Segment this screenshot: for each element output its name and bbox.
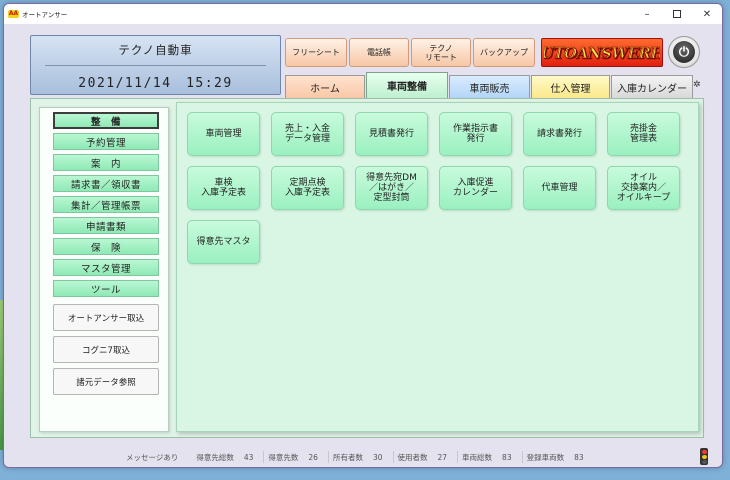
sidebar-item-master[interactable]: マスタ管理: [53, 259, 159, 276]
stat-users: 使用者数 27: [392, 451, 448, 463]
menu-panel: 車両管理 売上・入金 データ管理 見積書発行 作業指示書 発行 請求書発行 売掛…: [176, 102, 699, 432]
status-bar: メッセージあり 得意先総数 43 得意先数 26 所有者数 30 使用者数 27 車両総…: [30, 448, 720, 466]
tile-oil-change-guide[interactable]: オイル 交換案内／ オイルキープ: [607, 166, 680, 210]
window-title: オートアンサー: [22, 11, 68, 19]
sidebar-item-reservation[interactable]: 予約管理: [53, 133, 159, 150]
tab-vehicle-sales[interactable]: 車両販売: [449, 75, 530, 98]
stat-label: 得意先総数: [196, 452, 234, 462]
tile-entry-promotion-calendar[interactable]: 入庫促進 カレンダー: [439, 166, 512, 210]
tile-customer-dm[interactable]: 得意先宛DM ／はがき／ 定型封筒: [355, 166, 428, 210]
free-sheet-button[interactable]: フリーシート: [285, 38, 347, 67]
techno-remote-button[interactable]: テクノ リモート: [411, 38, 471, 67]
stat-separator: [521, 451, 523, 463]
app-icon: AA: [8, 10, 19, 18]
current-datetime: 2021/11/14 15:29: [78, 76, 233, 91]
sidebar-item-maintenance[interactable]: 整 備: [53, 112, 159, 129]
stat-separator: [392, 451, 394, 463]
stat-total-customers: 得意先総数 43: [196, 452, 253, 463]
stat-separator: [263, 451, 265, 463]
minimize-button[interactable]: –: [632, 4, 662, 24]
sidebar-item-tools[interactable]: ツール: [53, 280, 159, 297]
maximize-button[interactable]: [662, 4, 692, 24]
tab-vehicle-maintenance[interactable]: 車両整備: [366, 72, 448, 98]
close-icon: ✕: [702, 8, 712, 20]
stat-label: 車両総数: [462, 452, 493, 462]
signal-light-icon: [700, 448, 708, 465]
info-panel: テクノ自動車 2021/11/14 15:29: [30, 35, 281, 95]
stat-separator: [457, 451, 459, 463]
tile-work-order-issue[interactable]: 作業指示書 発行: [439, 112, 512, 156]
power-icon: ⏻: [673, 41, 695, 63]
stat-total-vehicles: 車両総数 83: [457, 451, 512, 463]
spec-data-button[interactable]: 諸元データ参照: [53, 368, 159, 395]
sidebar-item-reports[interactable]: 集計／管理帳票: [53, 196, 159, 213]
svg-text:AUTOANSWERHT: AUTOANSWERHT: [544, 44, 660, 62]
phone-book-button[interactable]: 電話帳: [349, 38, 409, 67]
stat-value: 27: [437, 452, 448, 462]
stat-owners: 所有者数 30: [327, 451, 383, 463]
tab-entry-calendar[interactable]: 入庫カレンダー: [611, 75, 693, 98]
signal-yellow-light: [701, 454, 707, 459]
backup-button[interactable]: バックアップ: [473, 38, 535, 67]
tile-loaner-car-management[interactable]: 代車管理: [523, 166, 596, 210]
app-window: AA オートアンサー – ✕ テクノ自動車 2021/11/14 15:29 フ…: [3, 3, 723, 468]
signal-red-light: [701, 449, 707, 454]
sidebar-item-insurance[interactable]: 保 険: [53, 238, 159, 255]
sidebar: 整 備 予約管理 案 内 請求書／領収書 集計／管理帳票 申請書類 保 険 マス…: [39, 107, 169, 432]
stat-value: 30: [372, 452, 383, 462]
stat-value: 43: [243, 452, 254, 462]
close-button[interactable]: ✕: [692, 4, 722, 24]
stat-registered-vehicles: 登録車両数 83: [521, 451, 584, 463]
tile-sales-payment-data[interactable]: 売上・入金 データ管理: [271, 112, 344, 156]
stat-label: 使用者数: [397, 452, 428, 462]
tile-vehicle-management[interactable]: 車両管理: [187, 112, 260, 156]
autoanswer-logo: AUTOANSWERHT: [541, 38, 663, 67]
tile-receivables-table[interactable]: 売掛金 管理表: [607, 112, 680, 156]
stat-separator: [327, 451, 329, 463]
autoanswer-logo-image: AUTOANSWERHT: [544, 43, 660, 62]
minimize-icon: –: [644, 8, 650, 20]
stat-value: 83: [502, 452, 512, 462]
tile-inspection-schedule[interactable]: 車検 入庫予定表: [187, 166, 260, 210]
tab-purchase-management[interactable]: 仕入管理: [531, 75, 610, 98]
maximize-icon: [673, 10, 681, 18]
autoanswer-import-button[interactable]: オートアンサー取込: [53, 304, 159, 331]
stat-label: 登録車両数: [526, 452, 565, 462]
signal-green-light: [701, 459, 707, 464]
main-area: 整 備 予約管理 案 内 請求書／領収書 集計／管理帳票 申請書類 保 険 マス…: [30, 98, 704, 438]
company-name: テクノ自動車: [118, 43, 193, 57]
stat-label: 得意先数: [268, 452, 299, 462]
message-indicator[interactable]: メッセージあり: [126, 452, 178, 463]
stat-value: 26: [308, 452, 318, 462]
tile-customer-master[interactable]: 得意先マスタ: [187, 220, 260, 264]
window-controls: – ✕: [632, 4, 722, 24]
tile-estimate-issue[interactable]: 見積書発行: [355, 112, 428, 156]
power-button[interactable]: ⏻: [668, 36, 700, 68]
stat-customers: 得意先数 26: [263, 451, 318, 463]
cogni7-import-button[interactable]: コグニ7取込: [53, 336, 159, 363]
sidebar-item-invoice-receipt[interactable]: 請求書／領収書: [53, 175, 159, 192]
info-divider: [45, 65, 266, 66]
gear-icon[interactable]: ✲: [693, 80, 701, 90]
sidebar-item-applications[interactable]: 申請書類: [53, 217, 159, 234]
tile-periodic-inspection-schedule[interactable]: 定期点検 入庫予定表: [271, 166, 344, 210]
title-bar: AA オートアンサー – ✕: [4, 4, 722, 24]
tab-home[interactable]: ホーム: [285, 75, 365, 98]
stat-label: 所有者数: [332, 452, 363, 462]
stat-value: 83: [574, 452, 584, 462]
sidebar-item-guide[interactable]: 案 内: [53, 154, 159, 171]
tile-invoice-issue[interactable]: 請求書発行: [523, 112, 596, 156]
